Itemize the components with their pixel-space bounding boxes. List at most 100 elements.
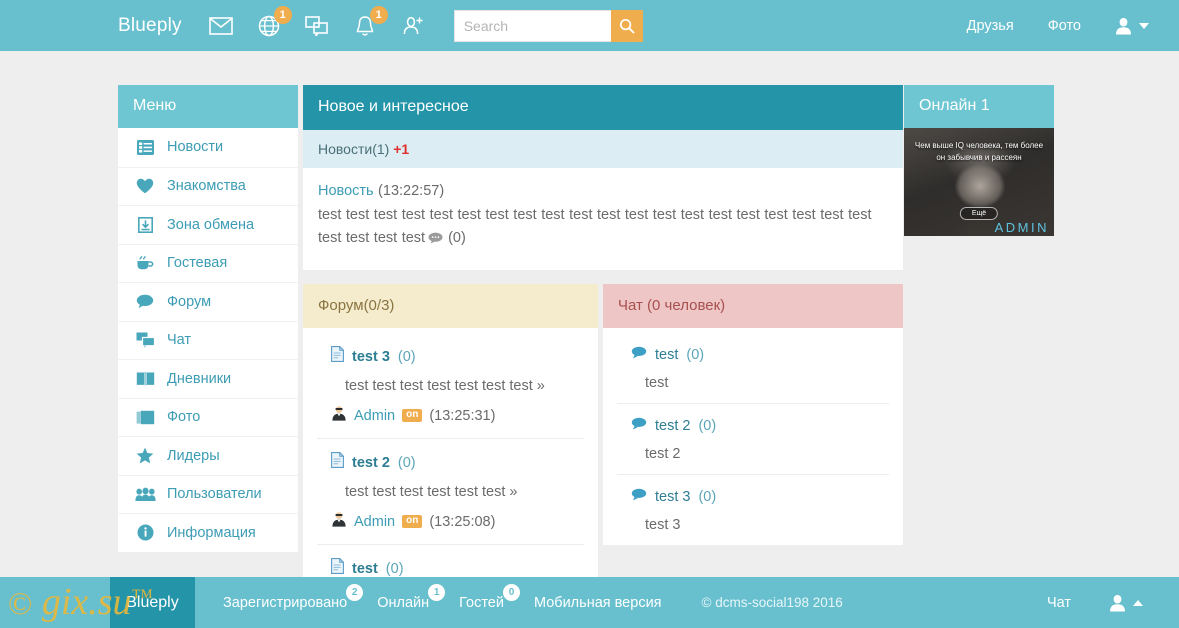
sidebar-item-chat[interactable]: Чат bbox=[118, 320, 298, 360]
footer-copyright: © dcms-social198 2016 bbox=[701, 595, 843, 610]
chevron-down-icon bbox=[1139, 22, 1149, 29]
news-increment-badge: +1 bbox=[393, 141, 410, 157]
footer-online[interactable]: Онлайн 1 bbox=[377, 583, 446, 611]
chat-item-title[interactable]: test bbox=[655, 347, 678, 363]
mail-icon[interactable] bbox=[208, 13, 234, 39]
forum-item-header: test 3 (0) bbox=[317, 346, 584, 367]
speech-bubble-icon bbox=[631, 488, 647, 506]
online-panel: Онлайн 1 Чем выше IQ человека, тем более… bbox=[904, 85, 1054, 236]
header-icon-group: 1 1 bbox=[208, 5, 426, 39]
chat-item-count: (0) bbox=[686, 347, 705, 363]
sidebar-item-exchange[interactable]: Зона обмена bbox=[118, 205, 298, 244]
speech-bubble-icon bbox=[134, 294, 156, 309]
sidebar-item-info[interactable]: Информация bbox=[118, 513, 298, 552]
chat-item-title[interactable]: test 2 bbox=[655, 418, 690, 434]
forum-item-time: (13:25:31) bbox=[429, 407, 496, 424]
footer-registered-count: 2 bbox=[346, 583, 364, 601]
chat-bubbles-icon bbox=[134, 332, 156, 349]
news-item-comment-count: (0) bbox=[448, 230, 466, 246]
sidebar-item-label: Дневники bbox=[167, 370, 232, 387]
site-logo[interactable]: Blueply bbox=[118, 15, 182, 37]
footer-chat-link[interactable]: Чат bbox=[1047, 595, 1071, 611]
chat-panel-title: Чат (0 человек) bbox=[603, 284, 903, 328]
list-item: test (0) test bbox=[617, 333, 889, 403]
footer-online-count: 1 bbox=[428, 583, 446, 601]
footer-logo[interactable]: Blueply bbox=[110, 577, 195, 628]
forum-item-meta: Admin on (13:25:08) bbox=[317, 511, 584, 532]
sidebar-title: Меню bbox=[118, 85, 298, 128]
sidebar-item-label: Пользователи bbox=[167, 486, 262, 503]
sidebar-item-forum[interactable]: Форум bbox=[118, 282, 298, 321]
list-item: test 3 (0) test test test test test test… bbox=[317, 333, 584, 438]
user-account-menu[interactable] bbox=[1115, 17, 1149, 35]
sidebar-item-label: Новости bbox=[167, 139, 224, 156]
sidebar-item-news[interactable]: Новости bbox=[118, 128, 298, 167]
online-user-avatar[interactable]: Чем выше IQ человека, тем более он забыв… bbox=[904, 128, 1054, 236]
chat-item-header: test (0) bbox=[617, 346, 889, 364]
forum-item-title[interactable]: test 2 bbox=[352, 455, 390, 471]
lower-panels: Форум(0/3) test 3 (0) test test test tes… bbox=[303, 284, 903, 591]
speech-bubble-icon bbox=[631, 417, 647, 435]
chat-list: test (0) test test 2 (0) test 2 test 3 (… bbox=[603, 328, 903, 545]
news-item-title[interactable]: Новость bbox=[318, 183, 374, 199]
download-box-icon bbox=[134, 216, 156, 233]
sidebar-item-photo[interactable]: Фото bbox=[118, 397, 298, 437]
sidebar-item-label: Фото bbox=[167, 409, 201, 426]
globe-icon[interactable]: 1 bbox=[256, 5, 292, 39]
sidebar-item-label: Форум bbox=[167, 293, 212, 310]
footer-guests[interactable]: Гостей 0 bbox=[459, 583, 520, 611]
nav-link-photos[interactable]: Фото bbox=[1048, 18, 1081, 34]
footer-registered[interactable]: Зарегистрировано 2 bbox=[223, 583, 364, 611]
sidebar-item-diaries[interactable]: Дневники bbox=[118, 359, 298, 398]
news-item-header: Новость (13:22:57) bbox=[318, 182, 888, 200]
messages-icon[interactable] bbox=[304, 13, 330, 39]
list-item: test 2 (0) test test test test test test… bbox=[317, 438, 584, 544]
chat-item-title[interactable]: test 3 bbox=[655, 489, 690, 505]
sidebar-item-leaders[interactable]: Лидеры bbox=[118, 436, 298, 475]
forum-item-preview: test test test test test test test » bbox=[345, 378, 545, 394]
search-button[interactable] bbox=[610, 9, 643, 42]
forum-panel: Форум(0/3) test 3 (0) test test test tes… bbox=[303, 284, 598, 591]
book-icon bbox=[134, 371, 156, 386]
sidebar-item-guestbook[interactable]: Гостевая bbox=[118, 243, 298, 283]
forum-item-author[interactable]: Admin bbox=[354, 514, 395, 530]
footer-mobile-version[interactable]: Мобильная версия bbox=[534, 595, 662, 611]
list-item: test 2 (0) test 2 bbox=[617, 403, 889, 474]
speech-bubble-icon bbox=[631, 346, 647, 364]
search-box bbox=[453, 9, 643, 42]
online-panel-title: Онлайн 1 bbox=[904, 85, 1054, 128]
sidebar-item-users[interactable]: Пользователи bbox=[118, 474, 298, 514]
document-icon bbox=[331, 346, 344, 367]
star-icon bbox=[134, 447, 156, 464]
chat-item-message: test bbox=[645, 375, 669, 391]
sidebar-item-dating[interactable]: Знакомства bbox=[118, 166, 298, 206]
avatar-more-button[interactable]: Ещё bbox=[959, 207, 999, 220]
footer-online-label: Онлайн bbox=[377, 594, 430, 611]
online-username[interactable]: ADMIN bbox=[995, 220, 1049, 235]
chevron-up-icon bbox=[1133, 599, 1143, 606]
chat-item-header: test 2 (0) bbox=[617, 417, 889, 435]
nav-link-friends[interactable]: Друзья bbox=[967, 18, 1014, 34]
chat-item-count: (0) bbox=[698, 489, 717, 505]
news-item-time: (13:22:57) bbox=[378, 183, 445, 199]
forum-item-title[interactable]: test bbox=[352, 561, 378, 577]
bell-badge: 1 bbox=[369, 5, 388, 24]
add-friend-icon[interactable] bbox=[400, 13, 426, 39]
footer-user-menu[interactable] bbox=[1109, 594, 1143, 612]
forum-list: test 3 (0) test test test test test test… bbox=[303, 328, 598, 591]
forum-item-author[interactable]: Admin bbox=[354, 408, 395, 424]
search-input[interactable] bbox=[453, 9, 611, 42]
comment-icon[interactable] bbox=[428, 229, 443, 252]
forum-item-header: test 2 (0) bbox=[317, 452, 584, 473]
forum-item-title[interactable]: test 3 bbox=[352, 349, 390, 365]
sidebar-item-label: Информация bbox=[167, 524, 256, 541]
bell-icon[interactable]: 1 bbox=[352, 5, 388, 39]
search-icon bbox=[619, 18, 635, 34]
list-item: test 3 (0) test 3 bbox=[617, 474, 889, 545]
news-section-label[interactable]: Новости(1) bbox=[318, 141, 389, 157]
forum-item-preview: test test test test test test » bbox=[345, 484, 518, 500]
sidebar-item-label: Знакомства bbox=[167, 178, 246, 195]
forum-item-time: (13:25:08) bbox=[429, 513, 496, 530]
document-icon bbox=[331, 452, 344, 473]
avatar-quote-text: Чем выше IQ человека, тем более он забыв… bbox=[914, 141, 1044, 162]
